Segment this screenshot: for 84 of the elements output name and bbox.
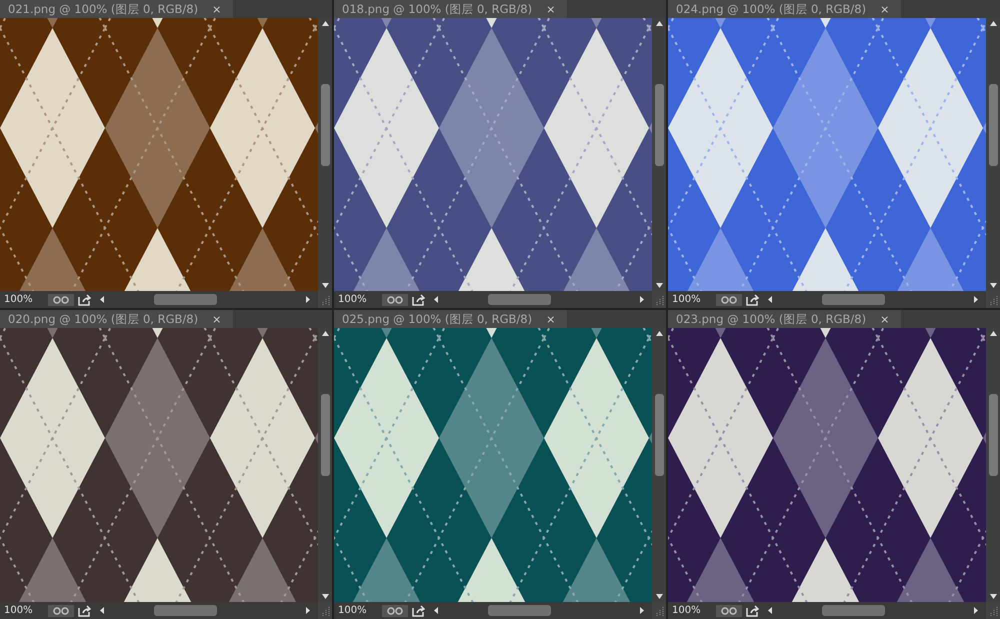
close-button[interactable]: ×: [546, 2, 556, 16]
scrollbar-thumb[interactable]: [320, 394, 330, 476]
left-arrow-icon[interactable]: [434, 296, 438, 303]
close-button[interactable]: ×: [880, 312, 890, 326]
document-title: 024.png @ 100% (图层 0, RGB/8): [676, 2, 866, 16]
up-arrow-icon[interactable]: [322, 21, 328, 26]
document-tab[interactable]: 018.png @ 100% (图层 0, RGB/8) ×: [334, 0, 568, 18]
down-arrow-icon[interactable]: [990, 594, 996, 599]
document-tab[interactable]: 024.png @ 100% (图层 0, RGB/8) ×: [668, 0, 902, 18]
scrollbar-thumb[interactable]: [654, 84, 664, 166]
scrollbar-thumb[interactable]: [988, 84, 998, 166]
scrollbar-thumb[interactable]: [154, 294, 216, 305]
right-arrow-icon[interactable]: [640, 607, 644, 614]
zoom-level[interactable]: 100%: [4, 605, 44, 616]
down-arrow-icon[interactable]: [656, 594, 662, 599]
resize-grip-icon[interactable]: [652, 291, 666, 308]
document-title: 020.png @ 100% (图层 0, RGB/8): [8, 312, 198, 326]
down-arrow-icon[interactable]: [990, 283, 996, 288]
left-arrow-icon[interactable]: [768, 296, 772, 303]
right-arrow-icon[interactable]: [974, 296, 978, 303]
close-button[interactable]: ×: [212, 2, 222, 16]
up-arrow-icon[interactable]: [322, 331, 328, 336]
share-icon[interactable]: [746, 604, 760, 616]
resize-grip-icon[interactable]: [318, 602, 332, 619]
vertical-scrollbar[interactable]: [318, 328, 332, 602]
scrollbar-thumb[interactable]: [488, 605, 550, 616]
vertical-scrollbar[interactable]: [652, 18, 666, 291]
right-arrow-icon[interactable]: [306, 296, 310, 303]
document-title: 018.png @ 100% (图层 0, RGB/8): [342, 2, 532, 16]
down-arrow-icon[interactable]: [322, 594, 328, 599]
zoom-level[interactable]: 100%: [338, 605, 378, 616]
left-arrow-icon[interactable]: [768, 607, 772, 614]
down-arrow-icon[interactable]: [656, 283, 662, 288]
right-arrow-icon[interactable]: [640, 296, 644, 303]
document-title: 025.png @ 100% (图层 0, RGB/8): [342, 312, 532, 326]
link-icon[interactable]: [382, 294, 408, 306]
scrollbar-thumb[interactable]: [654, 394, 664, 476]
document-title: 023.png @ 100% (图层 0, RGB/8): [676, 312, 866, 326]
share-icon[interactable]: [78, 294, 92, 306]
scrollbar-thumb[interactable]: [320, 84, 330, 166]
zoom-level[interactable]: 100%: [4, 294, 44, 305]
scrollbar-thumb[interactable]: [154, 605, 216, 616]
vertical-scrollbar[interactable]: [986, 328, 1000, 602]
close-button[interactable]: ×: [212, 312, 222, 326]
vertical-scrollbar[interactable]: [986, 18, 1000, 291]
link-icon[interactable]: [48, 294, 74, 306]
share-icon[interactable]: [412, 604, 426, 616]
up-arrow-icon[interactable]: [990, 331, 996, 336]
link-icon[interactable]: [382, 604, 408, 616]
link-icon[interactable]: [48, 604, 74, 616]
left-arrow-icon[interactable]: [434, 607, 438, 614]
close-button[interactable]: ×: [880, 2, 890, 16]
scrollbar-thumb[interactable]: [988, 394, 998, 476]
resize-grip-icon[interactable]: [318, 291, 332, 308]
right-arrow-icon[interactable]: [974, 607, 978, 614]
document-tab[interactable]: 020.png @ 100% (图层 0, RGB/8) ×: [0, 310, 234, 328]
share-icon[interactable]: [412, 294, 426, 306]
down-arrow-icon[interactable]: [322, 283, 328, 288]
resize-grip-icon[interactable]: [986, 602, 1000, 619]
up-arrow-icon[interactable]: [990, 21, 996, 26]
scrollbar-thumb[interactable]: [822, 294, 884, 305]
link-icon[interactable]: [716, 294, 742, 306]
right-arrow-icon[interactable]: [306, 607, 310, 614]
resize-grip-icon[interactable]: [986, 291, 1000, 308]
document-tab[interactable]: 025.png @ 100% (图层 0, RGB/8) ×: [334, 310, 568, 328]
vertical-scrollbar[interactable]: [652, 328, 666, 602]
zoom-level[interactable]: 100%: [672, 294, 712, 305]
scrollbar-thumb[interactable]: [488, 294, 550, 305]
resize-grip-icon[interactable]: [652, 602, 666, 619]
share-icon[interactable]: [78, 604, 92, 616]
document-tab[interactable]: 021.png @ 100% (图层 0, RGB/8) ×: [0, 0, 234, 18]
left-arrow-icon[interactable]: [100, 296, 104, 303]
document-title: 021.png @ 100% (图层 0, RGB/8): [8, 2, 198, 16]
link-icon[interactable]: [716, 604, 742, 616]
close-button[interactable]: ×: [546, 312, 556, 326]
left-arrow-icon[interactable]: [100, 607, 104, 614]
up-arrow-icon[interactable]: [656, 331, 662, 336]
document-tab[interactable]: 023.png @ 100% (图层 0, RGB/8) ×: [668, 310, 902, 328]
zoom-level[interactable]: 100%: [672, 605, 712, 616]
zoom-level[interactable]: 100%: [338, 294, 378, 305]
share-icon[interactable]: [746, 294, 760, 306]
scrollbar-thumb[interactable]: [822, 605, 884, 616]
up-arrow-icon[interactable]: [656, 21, 662, 26]
vertical-scrollbar[interactable]: [318, 18, 332, 291]
